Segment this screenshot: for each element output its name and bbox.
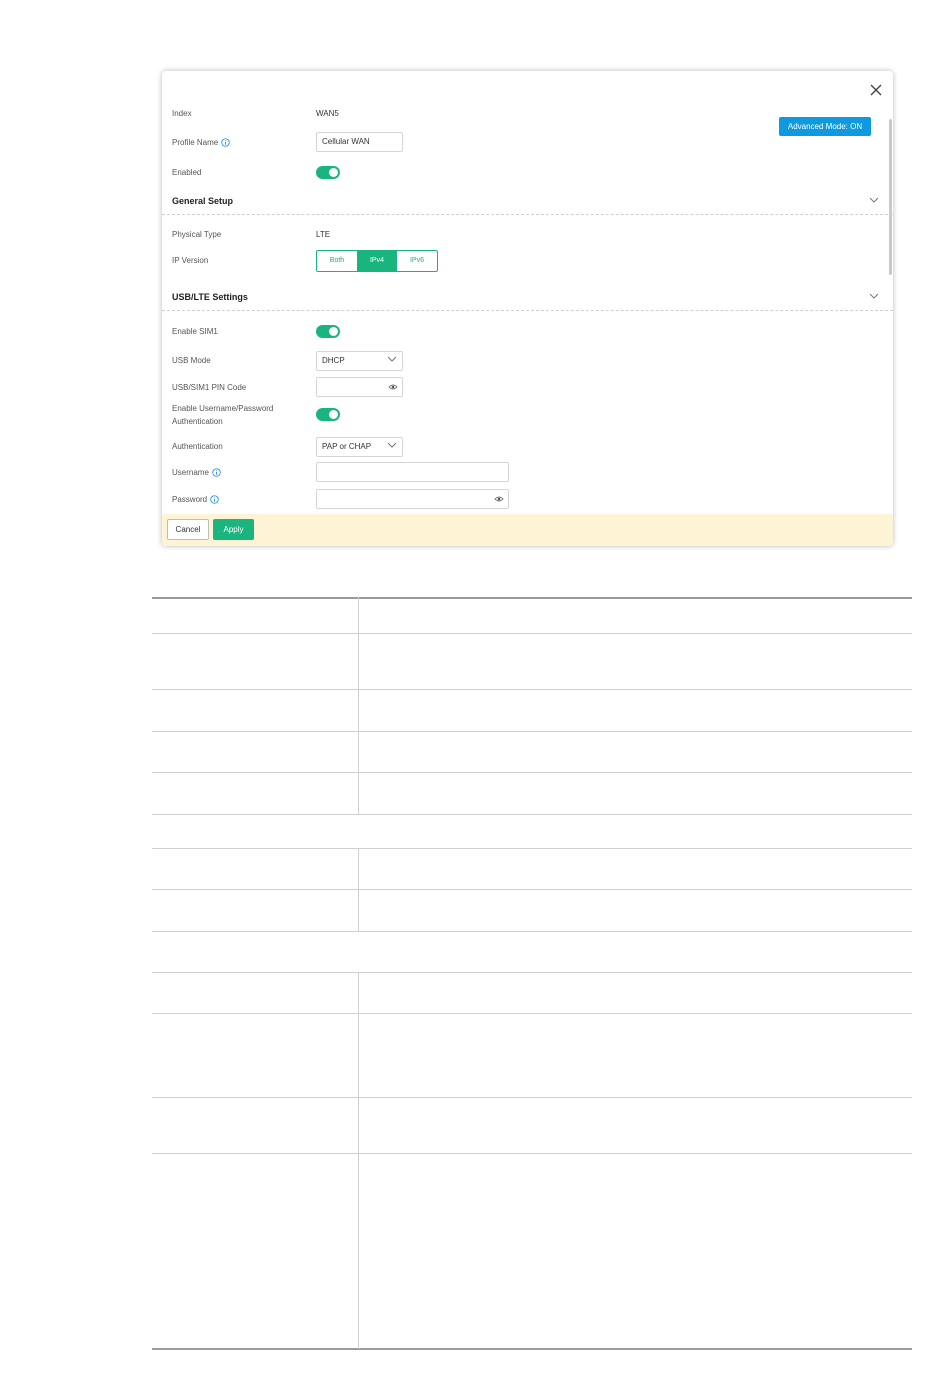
table-rule <box>152 814 912 815</box>
authentication-value: PAP or CHAP <box>322 442 372 451</box>
apply-button[interactable]: Apply <box>213 519 254 540</box>
table-rule <box>152 633 912 634</box>
general-setup-title: General Setup <box>172 196 234 206</box>
table-rule <box>152 597 912 599</box>
authentication-label: Authentication <box>172 442 223 451</box>
chevron-down-icon[interactable] <box>869 197 879 204</box>
eye-icon[interactable] <box>388 383 398 391</box>
auth-toggle[interactable] <box>316 408 340 421</box>
table-rule <box>152 972 912 973</box>
info-icon[interactable] <box>210 495 219 504</box>
usb-mode-value: DHCP <box>322 356 345 365</box>
ip-version-segmented-control: Both IPv4 IPv6 <box>316 250 438 272</box>
ip-version-ipv6[interactable]: IPv6 <box>397 251 437 271</box>
profile-name-input[interactable]: Cellular WAN <box>316 132 403 152</box>
usb-lte-settings-title: USB/LTE Settings <box>172 292 248 302</box>
table-rule <box>152 1348 912 1350</box>
index-label: Index <box>172 109 192 118</box>
pin-code-input[interactable] <box>316 377 403 397</box>
section-divider <box>162 214 893 215</box>
chevron-down-icon <box>387 442 397 448</box>
table-column-divider <box>358 597 359 814</box>
chevron-down-icon <box>387 356 397 362</box>
physical-type-label: Physical Type <box>172 230 222 239</box>
usb-mode-label: USB Mode <box>172 356 211 365</box>
ip-version-both[interactable]: Both <box>317 251 357 271</box>
physical-type-value: LTE <box>316 230 331 239</box>
wan-profile-dialog: Advanced Mode: ON Index WAN5 Profile Nam… <box>162 71 893 546</box>
username-input[interactable] <box>316 462 509 482</box>
ip-version-label: IP Version <box>172 256 209 265</box>
dialog-footer: Cancel Apply <box>162 514 893 546</box>
info-icon[interactable] <box>221 138 230 147</box>
table-rule <box>152 689 912 690</box>
auth-toggle-label-line2: Authentication <box>172 417 223 426</box>
password-label-row: Password <box>172 495 219 505</box>
table-rule <box>152 889 912 890</box>
eye-icon[interactable] <box>494 495 504 503</box>
table-column-divider <box>358 972 359 1349</box>
table-rule <box>152 772 912 773</box>
enable-sim1-toggle[interactable] <box>316 325 340 338</box>
auth-toggle-label-line1: Enable Username/Password <box>172 404 274 413</box>
usb-mode-select[interactable]: DHCP <box>316 351 403 371</box>
index-value: WAN5 <box>316 109 339 118</box>
cancel-button[interactable]: Cancel <box>167 519 209 540</box>
table-rule <box>152 931 912 932</box>
table-rule <box>152 731 912 732</box>
table-rule <box>152 1097 912 1098</box>
enabled-label: Enabled <box>172 168 202 177</box>
scrollbar[interactable] <box>889 119 892 275</box>
section-divider <box>162 310 893 311</box>
table-column-divider <box>358 848 359 931</box>
enabled-toggle[interactable] <box>316 166 340 179</box>
password-input[interactable] <box>316 489 509 509</box>
chevron-down-icon[interactable] <box>869 293 879 300</box>
profile-name-label: Profile Name <box>172 138 219 147</box>
enable-sim1-label: Enable SIM1 <box>172 327 218 336</box>
table-rule <box>152 1153 912 1154</box>
username-label: Username <box>172 468 209 477</box>
auth-toggle-label: Enable Username/Password Authentication <box>172 404 273 427</box>
profile-name-label-row: Profile Name <box>172 138 230 148</box>
authentication-select[interactable]: PAP or CHAP <box>316 437 403 457</box>
ip-version-ipv4[interactable]: IPv4 <box>357 251 397 271</box>
password-label: Password <box>172 495 208 504</box>
username-label-row: Username <box>172 468 221 478</box>
table-rule <box>152 848 912 849</box>
advanced-mode-button[interactable]: Advanced Mode: ON <box>779 117 871 136</box>
table-rule <box>152 1013 912 1014</box>
info-icon[interactable] <box>212 468 221 477</box>
close-icon[interactable] <box>867 81 885 99</box>
pin-code-label: USB/SIM1 PIN Code <box>172 383 247 392</box>
